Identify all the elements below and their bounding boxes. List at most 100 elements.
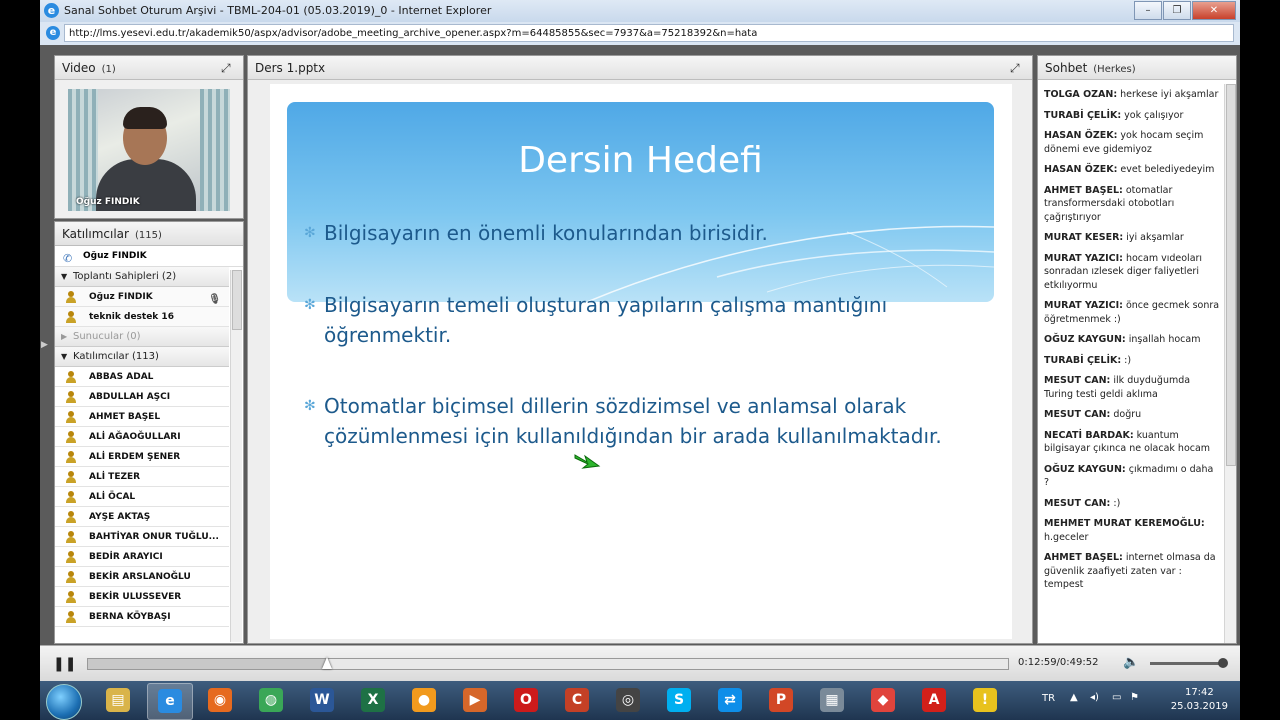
volume-icon[interactable]: 🔈 xyxy=(1123,655,1139,670)
flag-icon[interactable]: ⚑ xyxy=(1130,692,1139,703)
powerpoint-app[interactable]: P xyxy=(759,683,803,718)
warning-app[interactable]: ! xyxy=(963,683,1007,718)
participants-group[interactable]: ▼ Katılımcılar (113) xyxy=(55,347,229,367)
list-item[interactable]: ABBAS ADAL xyxy=(55,367,229,387)
expanded-triangle-icon: ▼ xyxy=(61,352,68,361)
bullet-star-icon: ✻ xyxy=(304,398,316,414)
attendee-name: ALİ TEZER xyxy=(89,472,141,482)
chat-message: HASAN ÖZEK: yok hocam seçim dönemi eve g… xyxy=(1044,129,1220,156)
chat-text: :) xyxy=(1110,497,1121,509)
list-item[interactable]: teknik destek 16 xyxy=(55,307,229,327)
attendee-name: Oğuz FINDIK xyxy=(89,292,153,302)
url-field[interactable]: http://lms.yesevi.edu.tr/akademik50/aspx… xyxy=(64,24,1234,42)
chat-message: OĞUZ KAYGUN: inşallah hocam xyxy=(1044,333,1220,347)
chat-message: TOLGA OZAN: herkese iyi akşamlar xyxy=(1044,88,1220,102)
chrome-icon: ◍ xyxy=(259,688,283,712)
attendee-name: ALİ ÖCAL xyxy=(89,492,136,502)
clock[interactable]: 17:42 25.03.2019 xyxy=(1171,686,1228,714)
collapse-left-arrow-icon[interactable]: ▶ xyxy=(41,340,49,370)
speaker-icon[interactable]: ◂) xyxy=(1090,692,1099,703)
chat-author: HASAN ÖZEK: xyxy=(1044,130,1118,141)
microphone-icon: 🎙 xyxy=(208,294,221,305)
presenters-group[interactable]: ▶ Sunucular (0) xyxy=(55,327,229,347)
list-item[interactable]: ALİ TEZER xyxy=(55,467,229,487)
bullet-text: Bilgisayarın en önemli konularından biri… xyxy=(324,221,768,245)
powerpoint-icon: P xyxy=(769,688,793,712)
presentation-slide: Dersin Hedefi ✻ Bilgisayarın en önemli ko… xyxy=(270,84,1012,639)
attendee-name: ALİ ERDEM ŞENER xyxy=(89,452,181,462)
recorder-app[interactable]: ◎ xyxy=(606,683,650,718)
word-app[interactable]: W xyxy=(300,683,344,718)
list-item[interactable]: BEDİR ARAYICI xyxy=(55,547,229,567)
host-user-icon xyxy=(66,311,76,323)
show-hidden-icons-icon[interactable]: ▲ xyxy=(1070,692,1078,703)
window-controls: – ❐ ✕ xyxy=(1134,1,1236,20)
calculator-app[interactable]: ▦ xyxy=(810,683,854,718)
chat-message: TURABİ ÇELİK: :) xyxy=(1044,354,1220,368)
seek-handle[interactable] xyxy=(322,657,333,669)
current-user-name: Oğuz FINDIK xyxy=(83,251,147,261)
close-button[interactable]: ✕ xyxy=(1192,1,1236,20)
list-item[interactable]: ABDULLAH AŞCI xyxy=(55,387,229,407)
list-item[interactable]: AYŞE AKTAŞ xyxy=(55,507,229,527)
chat-text: h.geceler xyxy=(1044,531,1089,543)
hosts-group[interactable]: ▼ Toplantı Sahipleri (2) xyxy=(55,267,229,287)
opera-app[interactable]: O xyxy=(504,683,548,718)
pause-button[interactable]: ❚❚ xyxy=(53,656,76,672)
attendee-name: BERNA KÖYBAŞI xyxy=(89,612,171,622)
volume-handle[interactable] xyxy=(1218,658,1228,668)
system-tray: TR ▲ ◂) ▭ ⚑ 17:42 25.03.2019 xyxy=(1030,681,1240,720)
acrobat-app[interactable]: A xyxy=(912,683,956,718)
share-pod-title: Ders 1.pptx xyxy=(255,61,326,75)
restore-button[interactable]: ❐ xyxy=(1163,1,1191,20)
seek-progress xyxy=(88,659,328,669)
ccleaner-app[interactable]: C xyxy=(555,683,599,718)
skype-app[interactable]: S xyxy=(657,683,701,718)
start-button[interactable] xyxy=(46,684,82,720)
chat-author: TURABİ ÇELİK: xyxy=(1044,109,1122,121)
list-item[interactable]: BAHTİYAR ONUR TUĞLU... xyxy=(55,527,229,547)
explorer-app[interactable]: ▤ xyxy=(96,683,140,718)
participants-group-label: Katılımcılar (113) xyxy=(73,351,159,362)
list-item[interactable]: BEKİR ULUSSEVER xyxy=(55,587,229,607)
anydesk-app[interactable]: ◆ xyxy=(861,683,905,718)
language-indicator[interactable]: TR xyxy=(1042,693,1055,704)
list-item[interactable]: Oğuz FINDIK 🎙 xyxy=(55,287,229,307)
video-count: (1) xyxy=(101,64,116,75)
firefox-app[interactable]: ◉ xyxy=(198,683,242,718)
firefox-icon: ◉ xyxy=(208,688,232,712)
list-item[interactable]: ALİ AĞAOĞULLARI xyxy=(55,427,229,447)
excel-app[interactable]: X xyxy=(351,683,395,718)
media-icon: ▶ xyxy=(463,688,487,712)
teamviewer-app[interactable]: ⇄ xyxy=(708,683,752,718)
fullscreen-icon[interactable]: ⤢ xyxy=(221,61,235,75)
list-item[interactable]: ALİ ERDEM ŞENER xyxy=(55,447,229,467)
chat-message: OĞUZ KAYGUN: çıkmadımı o daha ? xyxy=(1044,463,1220,490)
paint-app[interactable]: ● xyxy=(402,683,446,718)
chat-scrollbar[interactable] xyxy=(1224,84,1236,643)
attendee-scrollbar[interactable] xyxy=(230,270,242,642)
internet-explorer-icon: e xyxy=(158,689,182,713)
volume-slider[interactable] xyxy=(1150,658,1228,668)
internet-explorer-app[interactable]: e xyxy=(147,683,193,720)
chat-message-list: TOLGA OZAN: herkese iyi akşamlar TURABİ Ç… xyxy=(1044,88,1220,599)
media-app[interactable]: ▶ xyxy=(453,683,497,718)
scrollbar-thumb[interactable] xyxy=(232,270,242,330)
expanded-triangle-icon: ▼ xyxy=(61,272,68,281)
seek-bar[interactable] xyxy=(87,657,1009,670)
attendee-name: ABDULLAH AŞCI xyxy=(89,392,171,402)
list-item[interactable]: BEKİR ARSLANOĞLU xyxy=(55,567,229,587)
fullscreen-icon[interactable]: ⤢ xyxy=(1010,61,1024,75)
internet-explorer-icon: e xyxy=(44,3,59,18)
scrollbar-thumb[interactable] xyxy=(1226,84,1236,466)
list-item[interactable]: BERNA KÖYBAŞI xyxy=(55,607,229,627)
chrome-app[interactable]: ◍ xyxy=(249,683,293,718)
attendee-name: teknik destek 16 xyxy=(89,312,174,322)
current-user-row[interactable]: ✆ Oğuz FINDIK xyxy=(55,246,243,267)
network-icon[interactable]: ▭ xyxy=(1112,692,1121,703)
minimize-button[interactable]: – xyxy=(1134,1,1162,20)
list-item[interactable]: AHMET BAŞEL xyxy=(55,407,229,427)
chat-author: MESUT CAN: xyxy=(1044,409,1111,420)
list-item[interactable]: ALİ ÖCAL xyxy=(55,487,229,507)
attendee-name: AYŞE AKTAŞ xyxy=(89,512,151,522)
